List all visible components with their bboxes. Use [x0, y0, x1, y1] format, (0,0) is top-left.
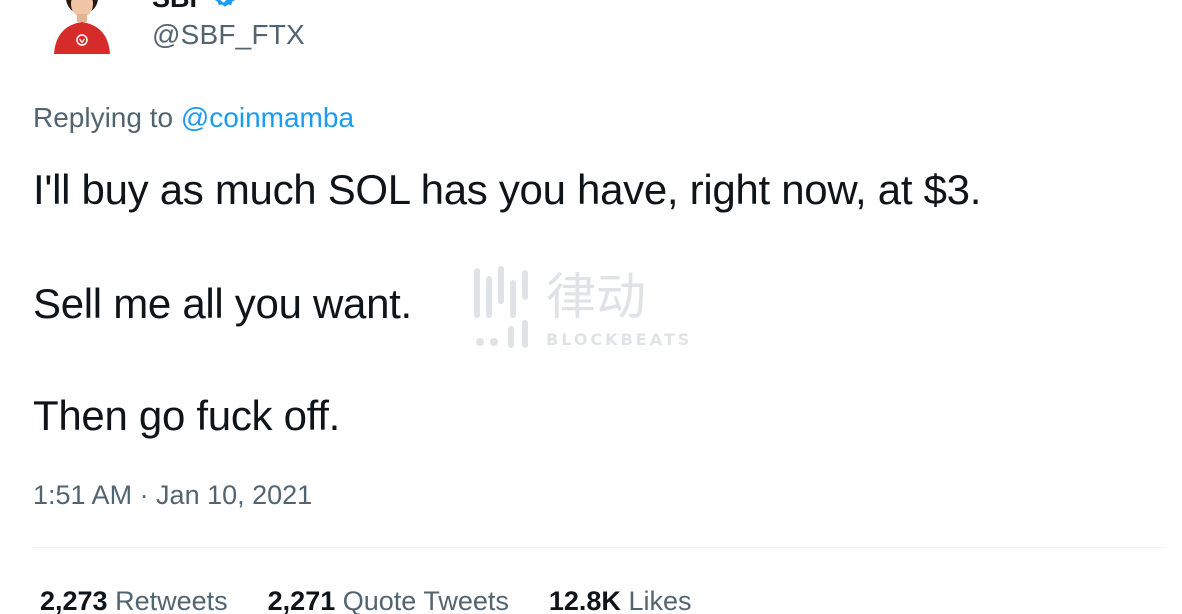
tweet-detail: SBF @SBF_FTX Replying to @coinmamba I'll…	[0, 0, 1182, 614]
likes-stat[interactable]: 12.8K Likes	[549, 586, 692, 614]
tweet-text-line: Sell me all you want.	[33, 280, 412, 327]
blockbeats-logo-icon: 律动	[474, 266, 646, 348]
divider	[33, 547, 1165, 548]
tweet-stats: 2,273 Retweets 2,271 Quote Tweets 12.8K …	[40, 586, 691, 614]
watermark-brand: BLOCKBEATS	[546, 330, 693, 349]
tweet-text-line: Then go fuck off.	[33, 392, 340, 439]
tweet-text-line: I'll buy as much SOL has you have, right…	[33, 166, 982, 213]
author-handle[interactable]: @SBF_FTX	[152, 19, 305, 51]
author-display-name[interactable]: SBF	[152, 0, 206, 14]
quote-tweets-count: 2,271	[267, 586, 336, 614]
blockbeats-watermark: 律动 BLOCKBEATS	[470, 262, 715, 352]
retweets-stat[interactable]: 2,273 Retweets	[40, 586, 228, 614]
retweets-label: Retweets	[115, 586, 228, 614]
author-name-row[interactable]: SBF	[152, 0, 238, 18]
tweet-timestamp[interactable]: 1:51 AM · Jan 10, 2021	[33, 480, 312, 511]
likes-count: 12.8K	[548, 586, 621, 614]
verified-badge-icon	[212, 0, 238, 11]
quote-tweets-label: Quote Tweets	[342, 586, 509, 614]
replying-to-label: Replying to	[33, 102, 181, 133]
quote-tweets-stat[interactable]: 2,271 Quote Tweets	[268, 586, 509, 614]
avatar[interactable]	[50, 0, 114, 54]
replying-to: Replying to @coinmamba	[33, 102, 354, 134]
likes-label: Likes	[628, 586, 692, 614]
watermark-logo-text: 律动	[546, 268, 646, 326]
mention-link[interactable]: @coinmamba	[181, 102, 354, 133]
retweets-count: 2,273	[40, 586, 108, 614]
